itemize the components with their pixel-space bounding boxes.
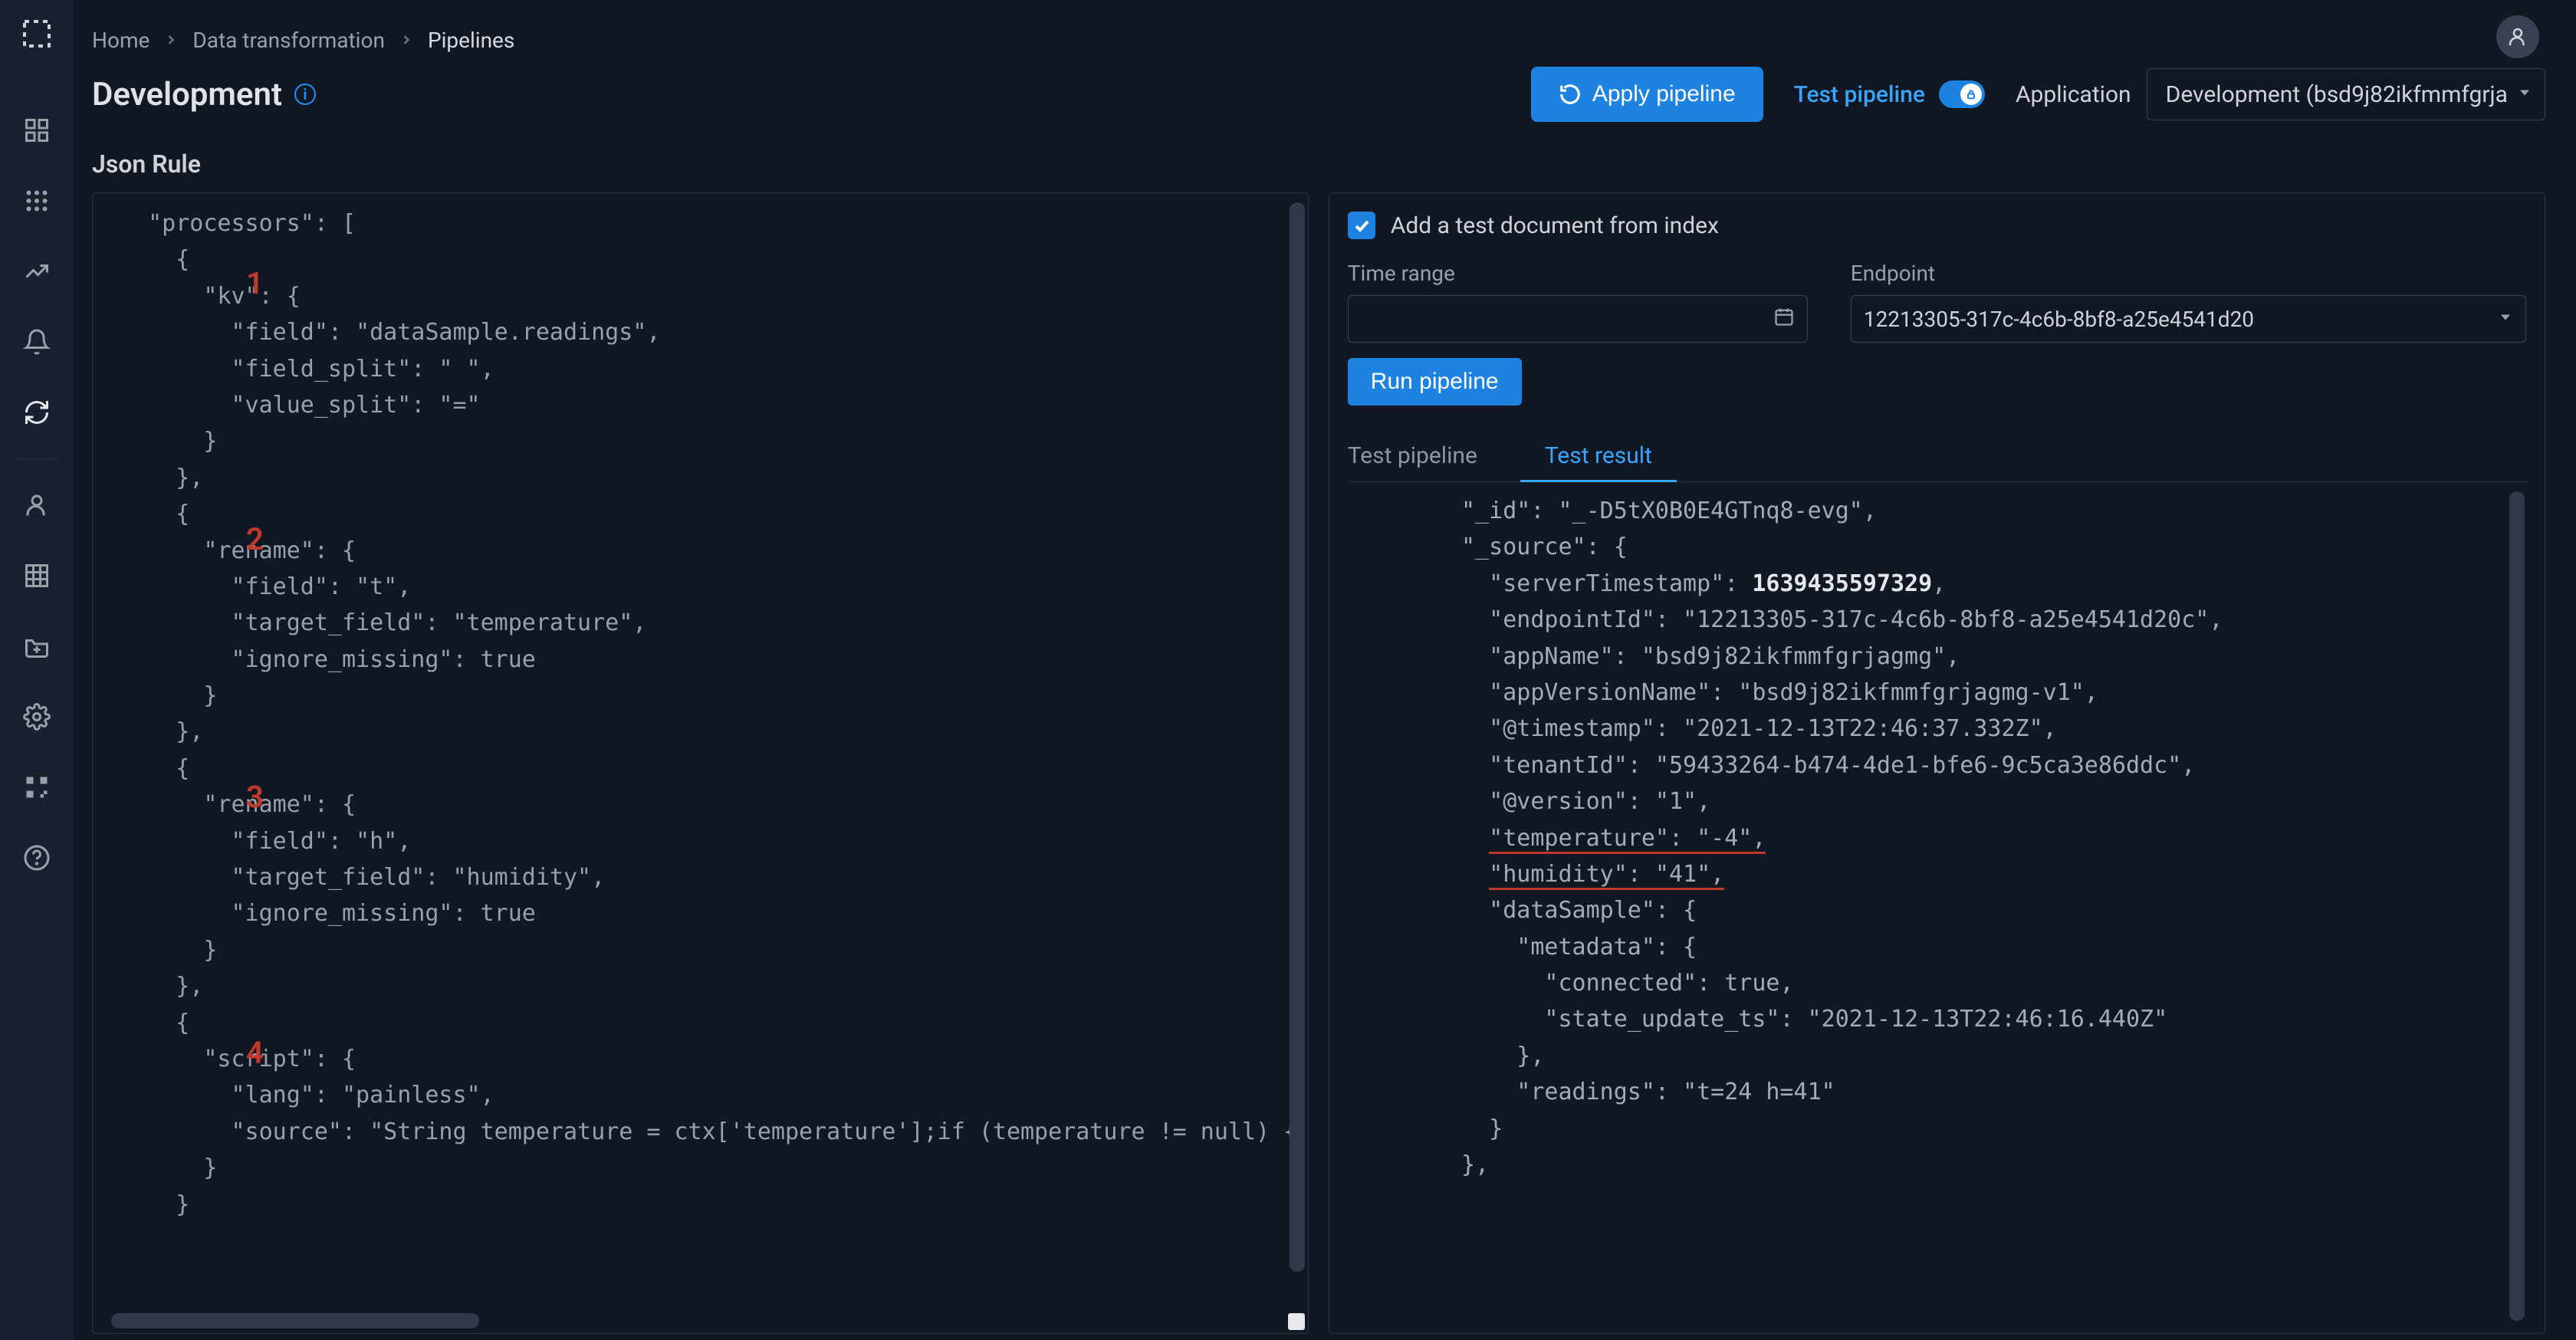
sidebar xyxy=(0,0,74,1340)
breadcrumb: Home Data transformation Pipelines xyxy=(74,28,2545,53)
test-panel: Add a test document from index Time rang… xyxy=(1329,192,2545,1334)
code-vertical-scrollbar[interactable] xyxy=(1290,202,1305,1272)
nav-settings-icon[interactable] xyxy=(20,700,54,734)
nav-dashboard-icon[interactable] xyxy=(20,113,54,147)
tab-test-pipeline[interactable]: Test pipeline xyxy=(1348,432,1477,481)
test-pipeline-link[interactable]: Test pipeline xyxy=(1794,81,1925,108)
add-test-doc-checkbox[interactable] xyxy=(1348,212,1375,239)
nav-integrations-icon[interactable] xyxy=(20,770,54,804)
endpoint-label: Endpoint xyxy=(1851,261,2526,286)
nav-transform-icon[interactable] xyxy=(20,396,54,429)
run-pipeline-button[interactable]: Run pipeline xyxy=(1348,358,1522,406)
lock-toggle[interactable] xyxy=(1939,80,1985,108)
result-vertical-scrollbar[interactable] xyxy=(2509,491,2525,1321)
breadcrumb-home[interactable]: Home xyxy=(92,28,150,53)
time-range-input[interactable] xyxy=(1348,295,1808,343)
caret-down-icon xyxy=(2515,81,2534,108)
test-result-output[interactable]: "_id": "_-D5tX0B0E4GTnq8-evg", "_source"… xyxy=(1348,482,2526,1333)
json-rule-label: Json Rule xyxy=(92,149,2545,179)
nav-files-icon[interactable] xyxy=(20,629,54,663)
tab-test-result[interactable]: Test result xyxy=(1520,432,1677,482)
code-horizontal-scrollbar[interactable] xyxy=(111,1313,479,1329)
nav-apps-icon[interactable] xyxy=(20,184,54,218)
chevron-right-icon xyxy=(163,28,179,53)
chevron-right-icon xyxy=(399,28,414,53)
nav-help-icon[interactable] xyxy=(20,841,54,875)
application-select[interactable]: Development (bsd9j82ikfmmfgrja xyxy=(2147,68,2545,120)
add-test-doc-label: Add a test document from index xyxy=(1391,212,1719,239)
apply-pipeline-button[interactable]: Apply pipeline xyxy=(1531,67,1763,122)
nav-user-icon[interactable] xyxy=(20,488,54,522)
logo-icon xyxy=(18,15,55,52)
code-scroll-corner xyxy=(1288,1313,1305,1330)
nav-org-icon[interactable] xyxy=(20,559,54,593)
time-range-label: Time range xyxy=(1348,261,1808,286)
json-rule-panel: "processors": [ { "kv": { "field": "data… xyxy=(92,192,1309,1334)
endpoint-select[interactable]: 12213305-317c-4c6b-8bf8-a25e4541d20 xyxy=(1851,295,2526,343)
nav-alerts-icon[interactable] xyxy=(20,325,54,359)
application-label: Application xyxy=(2016,81,2131,108)
json-editor[interactable]: "processors": [ { "kv": { "field": "data… xyxy=(93,193,1308,1333)
nav-analytics-icon[interactable] xyxy=(20,255,54,288)
breadcrumb-data-transformation[interactable]: Data transformation xyxy=(192,28,385,53)
page-title: Development i xyxy=(92,76,316,113)
info-icon[interactable]: i xyxy=(294,84,316,105)
breadcrumb-pipelines: Pipelines xyxy=(428,28,514,53)
caret-down-icon xyxy=(2496,307,2515,332)
calendar-icon xyxy=(1773,306,1795,333)
